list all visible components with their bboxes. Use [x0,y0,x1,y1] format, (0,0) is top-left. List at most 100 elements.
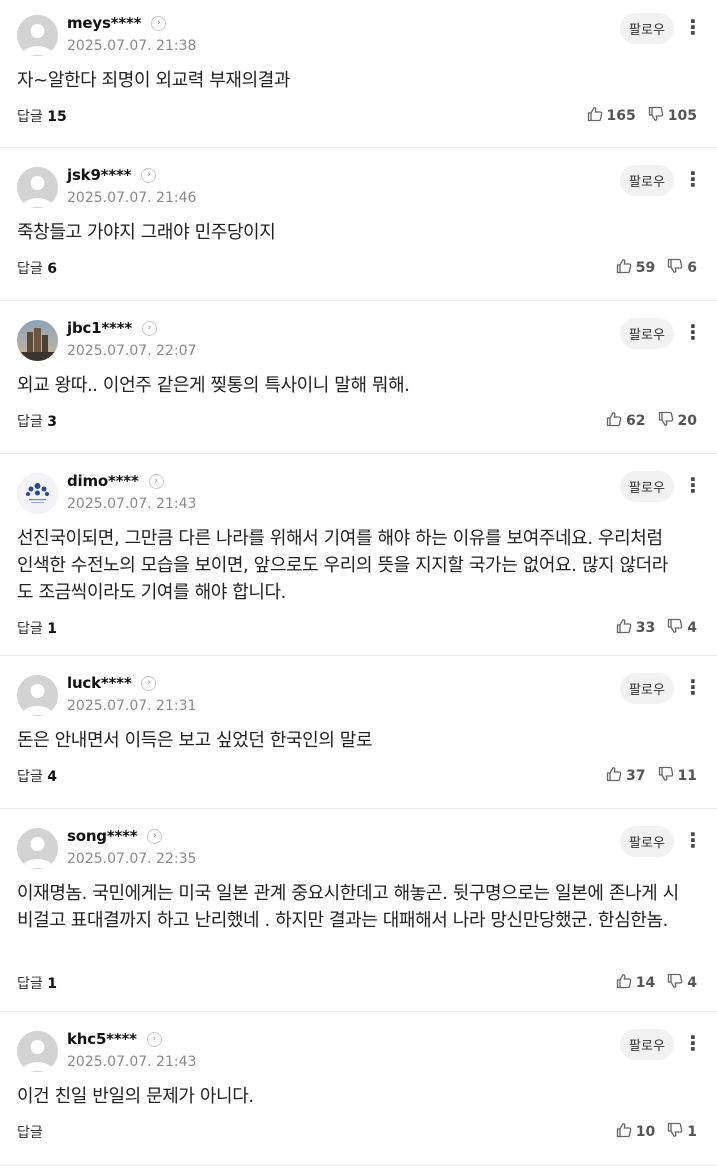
comment-date: 2025.07.07. 21:43 [67,1054,197,1070]
reply-count: 15 [47,109,67,125]
thumbs-up-icon [616,1122,636,1142]
nickname-link[interactable]: jbc1**** › [67,319,157,337]
comment-text: 선진국이되면, 그만큼 다른 나라를 위해서 기여를 해야 하는 이유를 보여주… [17,528,668,603]
like-button[interactable]: 10 [616,1122,655,1142]
comment-footer: 답글 6 59 6 [17,258,697,280]
chevron-right-icon[interactable]: › [148,473,164,489]
nickname-link[interactable]: song**** › [67,827,163,845]
dislike-button[interactable]: 6 [667,258,697,278]
chevron-right-icon[interactable]: › [146,1031,162,1047]
follow-button[interactable]: 팔로우 [620,826,674,857]
like-count: 165 [606,108,636,124]
thumbs-up-icon [616,618,636,638]
dislike-count: 1 [687,1124,697,1140]
reply-button[interactable]: 답글 6 [17,258,57,278]
reply-button[interactable]: 답글 1 [17,618,57,638]
dislike-count: 11 [677,768,697,784]
like-button[interactable]: 14 [616,973,655,993]
comment-date: 2025.07.07. 22:07 [67,343,197,359]
reply-button[interactable]: 답글 3 [17,411,57,431]
like-button[interactable]: 165 [587,106,636,126]
chevron-right-icon[interactable]: › [147,828,163,844]
dislike-count: 105 [667,108,697,124]
comment-text: 이재명놈. 국민에게는 미국 일본 관계 중요시한데고 해놓곤. 뒷구명으로는 … [17,883,679,931]
reply-button[interactable]: 답글 15 [17,106,67,126]
dislike-button[interactable]: 11 [658,766,697,786]
more-options-icon[interactable]: ⋮ [683,674,703,700]
nickname-link[interactable]: jsk9**** › [67,166,157,184]
dislike-count: 4 [687,620,697,636]
dislike-button[interactable]: 4 [667,973,697,993]
comment-footer: 답글 1 33 4 [17,618,697,640]
thumbs-down-icon [667,618,687,638]
chevron-right-icon[interactable]: › [142,320,157,336]
follow-button[interactable]: 팔로우 [620,673,674,704]
thumbs-up-icon [587,106,607,126]
dislike-button[interactable]: 1 [667,1122,697,1142]
comment-item: luck**** › 2025.07.07. 21:31 팔로우 ⋮ 돈은 안내면서 이득… [0,660,717,809]
reply-button[interactable]: 답글 1 [17,973,57,993]
reply-button[interactable]: 답글 [17,1122,43,1142]
more-options-icon[interactable]: ⋮ [683,14,703,40]
nickname-link[interactable]: luck**** › [67,674,157,692]
follow-button[interactable]: 팔로우 [620,471,674,502]
chevron-right-icon[interactable]: › [151,15,167,31]
chevron-right-icon[interactable]: › [141,167,157,183]
vote-group: 33 4 [604,618,697,638]
comment-item: song**** › 2025.07.07. 22:35 팔로우 ⋮ 이재명놈. 국민에게… [0,813,717,1012]
follow-button[interactable]: 팔로우 [620,165,674,196]
thumbs-up-icon [606,411,626,431]
comment-date: 2025.07.07. 21:38 [67,38,197,54]
comment-date: 2025.07.07. 21:31 [67,698,197,714]
comment-date: 2025.07.07. 21:46 [67,190,197,206]
reply-count: 1 [47,621,57,637]
dislike-button[interactable]: 105 [648,106,697,126]
avatar[interactable] [17,1031,58,1072]
nickname-link[interactable]: dimo**** › [67,472,164,490]
nickname-link[interactable]: khc5**** › [67,1030,162,1048]
reply-label: 답글 [17,976,43,992]
reply-count: 1 [47,976,57,992]
dislike-count: 6 [687,260,697,276]
like-button[interactable]: 33 [616,618,655,638]
avatar[interactable] [17,473,58,514]
reply-button[interactable]: 답글 4 [17,766,57,786]
dislike-button[interactable]: 4 [667,618,697,638]
avatar[interactable] [17,675,58,716]
nickname: khc5**** [67,1030,137,1048]
more-options-icon[interactable]: ⋮ [683,319,703,345]
more-options-icon[interactable]: ⋮ [683,1030,703,1056]
vote-group: 10 1 [604,1122,697,1142]
nickname: jsk9**** [67,166,132,184]
like-button[interactable]: 62 [606,411,646,431]
thumbs-down-icon [658,411,678,431]
more-options-icon[interactable]: ⋮ [683,472,703,498]
like-count: 37 [626,768,646,784]
more-options-icon[interactable]: ⋮ [683,166,703,192]
avatar[interactable] [17,15,58,56]
dislike-count: 4 [687,975,697,991]
avatar[interactable] [17,320,58,361]
dislike-button[interactable]: 20 [658,411,697,431]
comment-date: 2025.07.07. 22:35 [67,851,197,867]
like-count: 33 [635,620,656,636]
chevron-right-icon[interactable]: › [141,675,157,691]
like-count: 14 [635,975,656,991]
like-count: 59 [635,260,656,276]
follow-button[interactable]: 팔로우 [620,318,674,349]
thumbs-down-icon [658,766,678,786]
follow-button[interactable]: 팔로우 [620,13,674,44]
avatar[interactable] [17,828,58,869]
like-count: 62 [626,413,646,429]
thumbs-up-icon [606,766,626,786]
comment-text: 이건 친일 반일의 문제가 아니다. [17,1086,254,1107]
nickname-link[interactable]: meys**** › [67,14,167,32]
like-button[interactable]: 59 [616,258,655,278]
vote-group: 59 6 [604,258,697,278]
reply-label: 답글 [17,1125,43,1141]
follow-button[interactable]: 팔로우 [620,1029,674,1060]
avatar[interactable] [17,167,58,208]
more-options-icon[interactable]: ⋮ [683,827,703,853]
thumbs-down-icon [667,258,687,278]
like-button[interactable]: 37 [606,766,646,786]
